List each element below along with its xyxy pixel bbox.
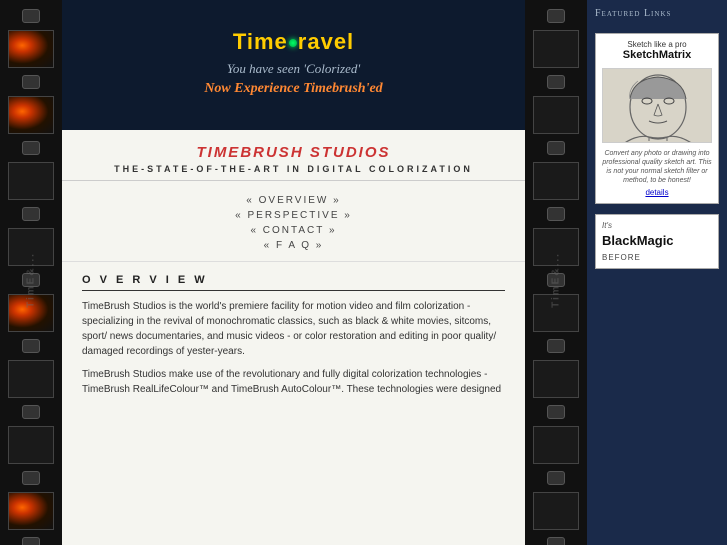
featured-links-label: Featured Links	[595, 8, 719, 19]
film-hole	[22, 9, 40, 23]
sketch-svg	[603, 69, 712, 143]
studio-subtitle: THE-STATE-OF-THE-ART IN DIGITAL COLORIZA…	[82, 164, 505, 174]
film-frame	[533, 30, 579, 68]
film-strip-left: TimE&...	[0, 0, 62, 545]
film-frame	[533, 492, 579, 530]
sidebar-ad-blackmagic: It's BlackMagic BEFORE	[595, 214, 719, 269]
overview-paragraph2: TimeBrush Studios make use of the revolu…	[82, 367, 505, 397]
overview-section: O V E R V I E W TimeBrush Studios is the…	[62, 262, 525, 417]
film-hole	[547, 471, 565, 485]
film-frame	[8, 492, 54, 530]
studio-subtitle-highlight: DIGITAL COLORIZATION	[307, 164, 473, 174]
film-hole	[547, 75, 565, 89]
film-hole	[547, 207, 565, 221]
film-hole	[22, 471, 40, 485]
logo-text: Time ravel	[233, 29, 354, 55]
film-frame	[533, 360, 579, 398]
logo-area: Time ravel	[233, 29, 354, 55]
ad-pre-title-text: Sketch like a pro	[627, 40, 686, 49]
film-frame	[533, 162, 579, 200]
ad-image-sketch	[602, 68, 712, 143]
film-frame	[8, 96, 54, 134]
tagline2-highlight: Timebrush'ed	[303, 81, 383, 96]
ad-details-link[interactable]: details	[645, 188, 668, 197]
film-hole	[22, 537, 40, 545]
film-hole	[547, 339, 565, 353]
nav-link-overview[interactable]: « OVERVIEW »	[62, 195, 525, 206]
film-hole	[547, 405, 565, 419]
nav-links: « OVERVIEW » « PERSPECTIVE » « CONTACT »…	[62, 181, 525, 262]
logo-part1: Time	[233, 29, 288, 54]
film-frame	[533, 426, 579, 464]
tagline2-prefix: Now Experience	[204, 81, 303, 96]
film-hole	[22, 339, 40, 353]
film-strip-label: TimE&...	[26, 252, 37, 308]
film-hole	[547, 9, 565, 23]
studio-subtitle-prefix: THE-STATE-OF-THE-ART IN	[114, 164, 307, 174]
ad-pretitle: Sketch like a pro SketchMatrix	[602, 40, 712, 61]
sidebar-ad-sketchmatrix: Sketch like a pro SketchMatrix	[595, 33, 719, 204]
nav-link-faq[interactable]: « F A Q »	[62, 240, 525, 251]
studio-title: TIMEBRUSH STUDIOS	[82, 144, 505, 161]
nav-link-contact[interactable]: « CONTACT »	[62, 225, 525, 236]
overview-paragraph1: TimeBrush Studios is the world's premier…	[82, 299, 505, 359]
film-hole	[22, 207, 40, 221]
nav-link-perspective[interactable]: « PERSPECTIVE »	[62, 210, 525, 221]
film-strip-right: TimE&...	[525, 0, 587, 545]
header-area: Time ravel You have seen 'Colorized' Now …	[62, 0, 525, 130]
ad2-label: It's	[602, 221, 712, 230]
tagline2: Now Experience Timebrush'ed	[204, 81, 382, 97]
logo-dot	[289, 39, 297, 47]
film-strip-right-label: TimE&...	[551, 252, 562, 308]
ad-main-title[interactable]: SketchMatrix	[623, 49, 691, 61]
tagline1: You have seen 'Colorized'	[227, 61, 360, 77]
studio-header: TIMEBRUSH STUDIOS THE-STATE-OF-THE-ART I…	[62, 130, 525, 181]
film-hole	[547, 141, 565, 155]
ad-description: Convert any photo or drawing into profes…	[602, 149, 712, 185]
film-hole	[547, 537, 565, 545]
film-frame	[8, 360, 54, 398]
film-hole	[22, 141, 40, 155]
main-content: Time ravel You have seen 'Colorized' Now …	[62, 0, 525, 545]
film-hole	[22, 405, 40, 419]
film-hole	[22, 75, 40, 89]
ad2-title[interactable]: BlackMagic	[602, 233, 674, 248]
content-panel: TIMEBRUSH STUDIOS THE-STATE-OF-THE-ART I…	[62, 130, 525, 545]
film-frame	[8, 426, 54, 464]
right-sidebar: Featured Links Sketch like a pro SketchM…	[587, 0, 727, 545]
logo-part2: ravel	[298, 29, 354, 54]
film-frame	[8, 30, 54, 68]
overview-title: O V E R V I E W	[82, 274, 505, 291]
film-frame	[533, 96, 579, 134]
ad2-before: BEFORE	[602, 253, 712, 262]
film-frame	[8, 162, 54, 200]
